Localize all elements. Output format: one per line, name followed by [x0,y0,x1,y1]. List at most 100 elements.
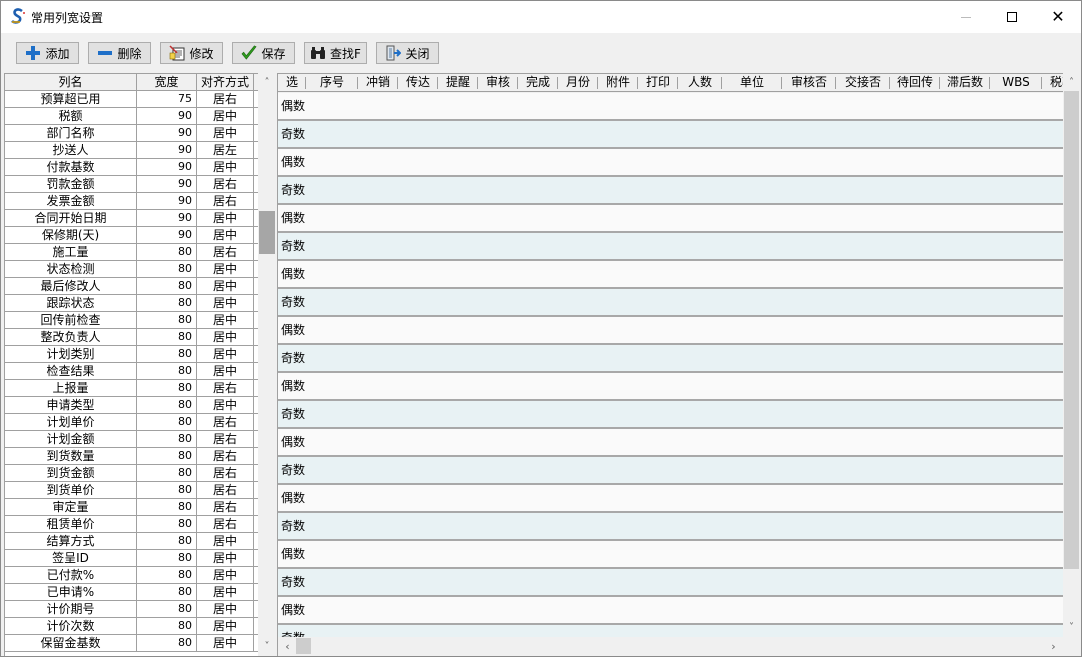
column-name-cell[interactable]: 计划金额 [5,431,137,447]
width-cell[interactable]: 80 [137,567,197,583]
preview-column-header[interactable]: WBS [990,74,1042,91]
table-row[interactable]: 部门名称 90 居中 [5,125,258,142]
alignment-cell[interactable]: 居中 [197,584,254,600]
column-name-cell[interactable]: 最后修改人 [5,278,137,294]
preview-column-header[interactable]: 交接否 [836,74,890,91]
preview-row[interactable]: 奇数 [278,513,1063,541]
column-name-cell[interactable]: 结算方式 [5,533,137,549]
column-name-cell[interactable]: 整改负责人 [5,329,137,345]
preview-column-header[interactable]: 冲销 [358,74,398,91]
width-cell[interactable]: 80 [137,550,197,566]
table-row[interactable]: 预算超已用 75 居右 [5,91,258,108]
scroll-thumb[interactable] [259,211,275,254]
width-cell[interactable]: 80 [137,380,197,396]
column-name-cell[interactable]: 计价次数 [5,618,137,634]
preview-column-header[interactable]: 审核否 [782,74,836,91]
preview-column-header[interactable]: 滞后数 [940,74,990,91]
table-row[interactable]: 计价次数 80 居中 [5,618,258,635]
width-cell[interactable]: 80 [137,278,197,294]
preview-row[interactable]: 奇数 [278,625,1063,637]
width-cell[interactable]: 90 [137,125,197,141]
table-row[interactable]: 发票金额 90 居右 [5,193,258,210]
close-window-button[interactable]: ✕ [1035,1,1081,33]
width-cell[interactable]: 80 [137,346,197,362]
header-column-name[interactable]: 列名 [5,74,137,90]
preview-row[interactable]: 偶数 [278,317,1063,345]
preview-column-header[interactable]: 审核 [478,74,518,91]
preview-row[interactable]: 偶数 [278,541,1063,569]
left-vertical-scrollbar[interactable]: ˄ ˅ [258,73,276,656]
preview-column-header[interactable]: 税率 [1042,74,1063,91]
table-row[interactable]: 状态检测 80 居中 [5,261,258,278]
alignment-cell[interactable]: 居右 [197,193,254,209]
width-cell[interactable]: 80 [137,533,197,549]
table-row[interactable]: 计划类别 80 居中 [5,346,258,363]
table-row[interactable]: 最后修改人 80 居中 [5,278,258,295]
scroll-right-icon[interactable]: › [1045,637,1062,655]
width-cell[interactable]: 90 [137,108,197,124]
alignment-cell[interactable]: 居中 [197,533,254,549]
alignment-cell[interactable]: 居中 [197,363,254,379]
alignment-cell[interactable]: 居中 [197,278,254,294]
header-alignment[interactable]: 对齐方式 [197,74,254,90]
column-name-cell[interactable]: 租赁单价 [5,516,137,532]
preview-row[interactable]: 奇数 [278,177,1063,205]
column-name-cell[interactable]: 回传前检查 [5,312,137,328]
preview-column-header[interactable]: 传达 [398,74,438,91]
table-row[interactable]: 抄送人 90 居左 [5,142,258,159]
table-row[interactable]: 罚款金额 90 居右 [5,176,258,193]
scroll-up-icon[interactable]: ˄ [258,74,276,91]
alignment-cell[interactable]: 居中 [197,159,254,175]
width-cell[interactable]: 90 [137,159,197,175]
column-name-cell[interactable]: 到货数量 [5,448,137,464]
column-name-cell[interactable]: 已付款% [5,567,137,583]
column-name-cell[interactable]: 罚款金额 [5,176,137,192]
table-row[interactable]: 付款基数 90 居中 [5,159,258,176]
column-name-cell[interactable]: 到货单价 [5,482,137,498]
width-cell[interactable]: 80 [137,363,197,379]
delete-button[interactable]: 删除 [88,42,151,64]
alignment-cell[interactable]: 居中 [197,261,254,277]
column-name-cell[interactable]: 保留金基数 [5,635,137,651]
column-name-cell[interactable]: 跟踪状态 [5,295,137,311]
find-button[interactable]: 查找F [304,42,367,64]
column-name-cell[interactable]: 已申请% [5,584,137,600]
table-row[interactable]: 上报量 80 居右 [5,380,258,397]
alignment-cell[interactable]: 居右 [197,414,254,430]
column-name-cell[interactable]: 审定量 [5,499,137,515]
table-row[interactable]: 申请类型 80 居中 [5,397,258,414]
width-cell[interactable]: 90 [137,227,197,243]
alignment-cell[interactable]: 居右 [197,448,254,464]
width-cell[interactable]: 80 [137,499,197,515]
column-name-cell[interactable]: 抄送人 [5,142,137,158]
preview-row[interactable]: 偶数 [278,205,1063,233]
column-name-cell[interactable]: 状态检测 [5,261,137,277]
preview-row[interactable]: 偶数 [278,93,1063,121]
add-button[interactable]: 添加 [16,42,79,64]
width-cell[interactable]: 80 [137,635,197,651]
alignment-cell[interactable]: 居中 [197,227,254,243]
table-row[interactable]: 到货单价 80 居右 [5,482,258,499]
table-row[interactable]: 到货数量 80 居右 [5,448,258,465]
alignment-cell[interactable]: 居右 [197,380,254,396]
column-name-cell[interactable]: 施工量 [5,244,137,260]
width-cell[interactable]: 80 [137,312,197,328]
save-button[interactable]: 保存 [232,42,295,64]
alignment-cell[interactable]: 居右 [197,482,254,498]
table-row[interactable]: 审定量 80 居右 [5,499,258,516]
column-name-cell[interactable]: 部门名称 [5,125,137,141]
horizontal-scrollbar[interactable]: ‹ › [278,637,1063,655]
preview-row[interactable]: 奇数 [278,401,1063,429]
alignment-cell[interactable]: 居右 [197,176,254,192]
preview-row[interactable]: 奇数 [278,569,1063,597]
preview-row[interactable]: 偶数 [278,149,1063,177]
alignment-cell[interactable]: 居中 [197,108,254,124]
right-vertical-scrollbar[interactable]: ˄ ˅ [1063,73,1080,637]
minimize-button[interactable] [943,1,989,33]
width-cell[interactable]: 80 [137,601,197,617]
width-cell[interactable]: 90 [137,176,197,192]
width-cell[interactable]: 80 [137,431,197,447]
alignment-cell[interactable]: 居右 [197,465,254,481]
table-row[interactable]: 合同开始日期 90 居中 [5,210,258,227]
table-row[interactable]: 税额 90 居中 [5,108,258,125]
